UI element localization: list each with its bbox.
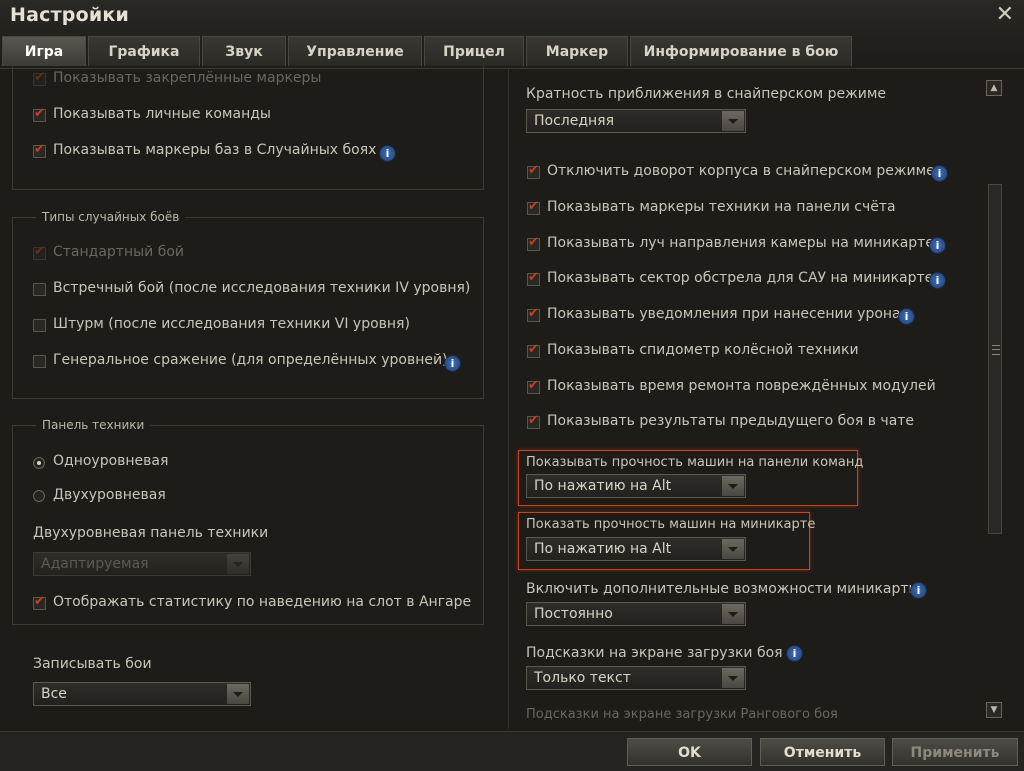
label-single-level: Одноуровневая: [53, 453, 169, 469]
label-loading-hints: Подсказки на экране загрузки боя: [526, 645, 783, 661]
select-minimap-extra[interactable]: Постоянно: [526, 602, 746, 626]
select-hp-team-panel[interactable]: По нажатию на Alt: [526, 474, 746, 498]
label-pinned-markers: Показывать закреплённые маркеры: [53, 70, 322, 86]
info-icon[interactable]: i: [786, 645, 803, 662]
tab-controls[interactable]: Управление: [288, 36, 422, 66]
radio-two-level[interactable]: [33, 490, 45, 502]
scrollbar[interactable]: ▲ ▼: [986, 80, 1004, 720]
select-value: Последняя: [534, 113, 615, 129]
checkbox-speedometer[interactable]: [527, 342, 540, 358]
close-icon[interactable]: ✕: [996, 2, 1014, 27]
label-grand-battle: Генеральное сражение (для определённых у…: [53, 352, 448, 368]
vehicle-panel-title: Панель техники: [36, 418, 151, 432]
battle-types-title: Типы случайных боёв: [36, 210, 186, 224]
label-sniper-zoom: Кратность приближения в снайперском режи…: [526, 86, 887, 102]
info-icon[interactable]: i: [931, 165, 948, 182]
info-icon[interactable]: i: [910, 582, 927, 599]
label-spg-sector: Показывать сектор обстрела для САУ на ми…: [547, 270, 934, 286]
chevron-down-icon: [722, 111, 744, 131]
label-score-panel-markers: Показывать маркеры техники на панели счё…: [547, 199, 896, 215]
select-value: Постоянно: [534, 606, 613, 622]
footer-bar: OK Отменить Применить: [0, 731, 1024, 771]
apply-button[interactable]: Применить: [892, 738, 1018, 766]
chevron-down-icon: [722, 539, 744, 559]
select-loading-hints[interactable]: Только текст: [526, 666, 746, 690]
checkbox-assault-battle[interactable]: [33, 319, 46, 332]
label-minimap-extra: Включить дополнительные возможности мини…: [526, 581, 920, 597]
label-base-markers: Показывать маркеры баз в Случайных боях: [53, 142, 377, 158]
info-icon[interactable]: i: [929, 272, 946, 289]
info-icon[interactable]: i: [379, 145, 396, 162]
label-hp-minimap: Показать прочность машин на миникарте: [526, 517, 816, 532]
checkbox-damage-notifications[interactable]: [527, 306, 540, 322]
tab-sight[interactable]: Прицел: [424, 36, 524, 66]
chevron-down-icon: [227, 554, 249, 574]
select-value: Все: [41, 686, 67, 702]
info-icon[interactable]: i: [898, 308, 915, 325]
label-encounter-battle: Встречный бой (после исследования техник…: [53, 280, 471, 296]
cancel-button[interactable]: Отменить: [760, 738, 885, 766]
select-value: По нажатию на Alt: [534, 478, 672, 494]
label-hp-team-panel: Показывать прочность машин на панели ком…: [526, 455, 864, 470]
label-speedometer: Показывать спидометр колёсной техники: [547, 342, 859, 358]
checkbox-base-markers[interactable]: [33, 142, 46, 158]
checkbox-score-panel-markers[interactable]: [527, 199, 540, 215]
info-icon[interactable]: i: [444, 355, 461, 372]
tab-battle-info[interactable]: Информирование в бою: [630, 36, 852, 66]
label-damage-notifications: Показывать уведомления при нанесении уро…: [547, 306, 901, 322]
select-value: По нажатию на Alt: [534, 541, 672, 557]
select-two-level-panel[interactable]: Адаптируемая: [33, 552, 251, 576]
checkbox-standard-battle[interactable]: [33, 244, 46, 260]
label-camera-ray: Показывать луч направления камеры на мин…: [547, 235, 934, 251]
select-value: Адаптируемая: [41, 556, 149, 572]
chevron-down-icon: [722, 604, 744, 624]
label-disable-hull-rotation: Отключить доворот корпуса в снайперском …: [547, 163, 935, 179]
checkbox-pinned-markers[interactable]: [33, 70, 46, 86]
column-divider: [508, 69, 509, 729]
checkbox-repair-time[interactable]: [527, 378, 540, 394]
chevron-down-icon: [227, 684, 249, 704]
label-standard-battle: Стандартный бой: [53, 244, 185, 260]
checkbox-spg-sector[interactable]: [527, 270, 540, 286]
scroll-down-icon[interactable]: ▼: [986, 702, 1002, 718]
info-icon[interactable]: i: [929, 237, 946, 254]
label-prev-battle-results: Показывать результаты предыдущего боя в …: [547, 413, 915, 429]
chevron-down-icon: [722, 476, 744, 496]
scroll-up-icon[interactable]: ▲: [986, 80, 1002, 96]
chevron-down-icon: [722, 668, 744, 688]
tab-graphics[interactable]: Графика: [88, 36, 200, 66]
checkbox-camera-ray[interactable]: [527, 235, 540, 251]
checkbox-disable-hull-rotation[interactable]: [527, 163, 540, 179]
checkbox-grand-battle[interactable]: [33, 355, 46, 368]
select-record-battles[interactable]: Все: [33, 682, 251, 706]
select-value: Только текст: [534, 670, 631, 686]
checkbox-encounter-battle[interactable]: [33, 283, 46, 296]
select-hp-minimap[interactable]: По нажатию на Alt: [526, 537, 746, 561]
label-ranked-hints: Подсказки на экране загрузки Рангового б…: [526, 707, 838, 722]
tab-marker[interactable]: Маркер: [526, 36, 628, 66]
select-sniper-zoom[interactable]: Последняя: [526, 109, 746, 133]
label-two-level-panel: Двухуровневая панель техники: [33, 525, 269, 541]
checkbox-prev-battle-results[interactable]: [527, 413, 540, 429]
label-personal-commands: Показывать личные команды: [53, 106, 271, 122]
settings-window: Настройки ✕ Игра Графика Звук Управление…: [0, 0, 1024, 771]
label-two-level: Двухуровневая: [53, 487, 166, 503]
checkbox-personal-commands[interactable]: [33, 106, 46, 122]
tab-bar: Игра Графика Звук Управление Прицел Марк…: [2, 36, 854, 68]
radio-single-level[interactable]: [33, 457, 45, 469]
label-hangar-stats: Отображать статистику по наведению на сл…: [53, 594, 472, 610]
label-repair-time: Показывать время ремонта повреждённых мо…: [547, 378, 936, 394]
label-record-battles: Записывать бои: [33, 656, 152, 672]
scroll-thumb[interactable]: [988, 184, 1002, 534]
ok-button[interactable]: OK: [627, 738, 752, 766]
tab-sound[interactable]: Звук: [202, 36, 286, 66]
tab-game[interactable]: Игра: [2, 36, 86, 66]
label-assault-battle: Штурм (после исследования техники VI уро…: [53, 316, 410, 332]
window-title: Настройки: [10, 4, 129, 26]
checkbox-hangar-stats[interactable]: [33, 594, 46, 610]
grip-icon: [992, 345, 1000, 355]
